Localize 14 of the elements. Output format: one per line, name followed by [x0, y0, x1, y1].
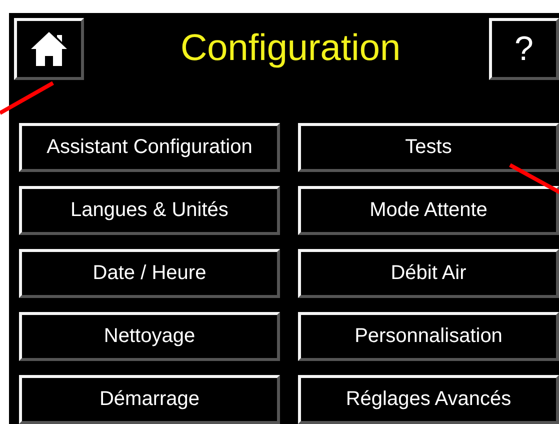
menu-button[interactable]: Réglages Avancés — [298, 375, 559, 424]
menu-button[interactable]: Nettoyage — [19, 312, 280, 361]
home-button[interactable] — [14, 18, 84, 80]
menu-button[interactable]: Tests — [298, 123, 559, 172]
menu-button[interactable]: Personnalisation — [298, 312, 559, 361]
menu-button[interactable]: Langues & Unités — [19, 186, 280, 235]
help-button[interactable]: ? — [489, 18, 559, 80]
menu-button[interactable]: Débit Air — [298, 249, 559, 298]
menu-button[interactable]: Mode Attente — [298, 186, 559, 235]
menu-button[interactable]: Assistant Configuration — [19, 123, 280, 172]
home-icon — [29, 29, 69, 69]
menu-button[interactable]: Démarrage — [19, 375, 280, 424]
menu-button[interactable]: Date / Heure — [19, 249, 280, 298]
screen-title: Configuration — [179, 27, 402, 69]
